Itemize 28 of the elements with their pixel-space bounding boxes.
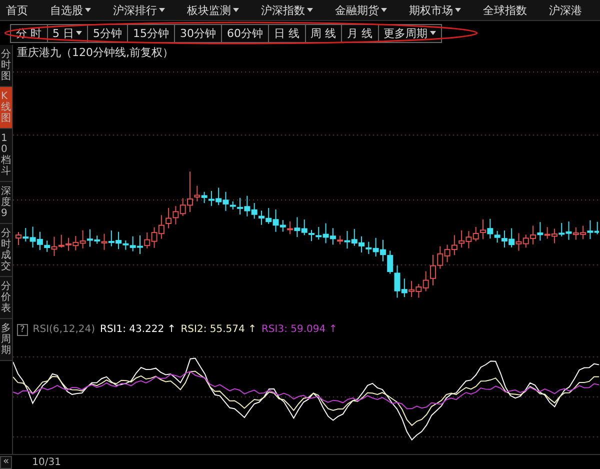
indicator-value: RSI3: 59.094 ↑ <box>261 324 338 335</box>
period-tab[interactable]: 30分钟 <box>175 24 222 42</box>
indicator-name: RSI(6,12,24) <box>32 324 95 335</box>
menu-item[interactable]: 期权市场 <box>409 2 461 18</box>
help-icon[interactable]: ? <box>17 324 28 336</box>
scroll-left-button[interactable]: « <box>0 456 12 468</box>
menu-item[interactable]: 首页 <box>6 2 28 18</box>
menu-item[interactable]: 自选股 <box>50 2 91 18</box>
menu-item[interactable]: 沪深港 <box>549 2 582 18</box>
menu-item[interactable]: 沪深指数 <box>261 2 313 18</box>
side-tab[interactable]: 分价表 <box>0 277 12 319</box>
indicator-value: RSI2: 55.574 ↑ <box>180 324 256 335</box>
side-tab[interactable]: 深度9 <box>0 182 12 224</box>
menu-item[interactable]: 全球指数 <box>483 2 527 18</box>
side-tab[interactable]: 分时成交 <box>0 224 12 277</box>
side-tab[interactable]: 10档斗 <box>0 129 12 182</box>
period-tab[interactable]: 周 线 <box>306 24 342 42</box>
side-tab[interactable]: 分时图 <box>0 45 12 87</box>
period-tab[interactable]: 日 线 <box>269 24 306 42</box>
period-tab[interactable]: 15分钟 <box>128 24 175 42</box>
menu-item[interactable]: 金融期货 <box>335 2 387 18</box>
period-tab[interactable]: 60分钟 <box>222 24 269 42</box>
menu-item[interactable]: 板块监测 <box>187 2 239 18</box>
side-tab[interactable]: 多周期 <box>0 319 12 361</box>
menu-item[interactable]: 沪深排行 <box>113 2 165 18</box>
chart-title: 重庆港九（120分钟线,前复权） <box>16 45 174 60</box>
axis-date: 10/31 <box>32 456 61 468</box>
indicator-value: RSI1: 43.222 ↑ <box>100 324 176 335</box>
